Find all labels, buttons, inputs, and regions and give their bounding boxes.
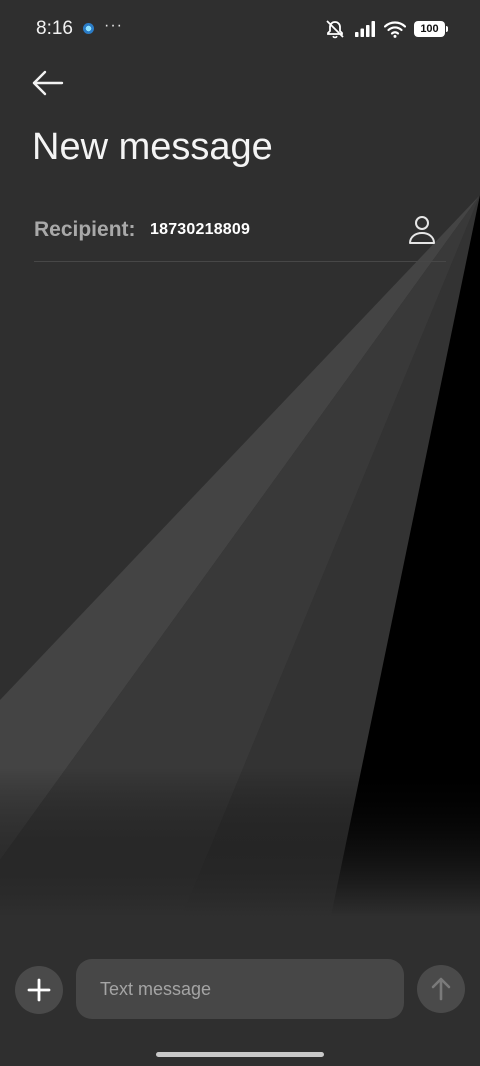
arrow-up-icon <box>431 977 451 1001</box>
recipient-value[interactable]: 18730218809 <box>150 221 250 239</box>
recipient-label: Recipient: <box>34 218 136 241</box>
status-time: 8:16 <box>36 18 73 39</box>
signal-icon <box>355 21 375 37</box>
bell-off-icon <box>326 20 344 39</box>
person-icon <box>409 216 435 244</box>
status-indicators: 100 <box>324 19 448 39</box>
arrow-left-icon <box>32 70 64 96</box>
page-title: New message <box>32 126 273 168</box>
back-button[interactable] <box>26 62 70 106</box>
more-notifications-icon: ··· <box>104 17 123 34</box>
app-notification-icon <box>83 23 94 34</box>
text-message-input[interactable] <box>76 959 404 1019</box>
contact-picker-button[interactable] <box>404 212 440 248</box>
send-button[interactable] <box>417 965 465 1013</box>
battery-icon: 100 <box>414 21 448 37</box>
attach-button[interactable] <box>15 966 63 1014</box>
recipient-divider <box>34 261 446 262</box>
compose-bar <box>0 958 480 1022</box>
wifi-icon <box>384 21 406 38</box>
plus-icon <box>27 978 51 1002</box>
recipient-row[interactable]: Recipient: 18730218809 <box>34 208 446 260</box>
home-indicator[interactable] <box>156 1052 324 1057</box>
status-bar: 8:16 ··· 100 <box>0 0 480 60</box>
